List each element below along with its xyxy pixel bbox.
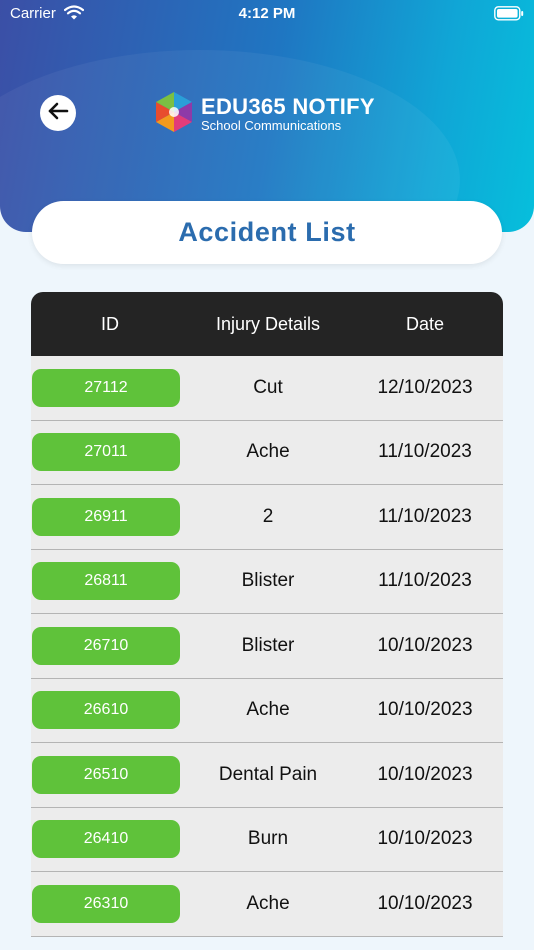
id-badge[interactable]: 26410 <box>32 820 180 859</box>
accident-date: 10/10/2023 <box>377 699 473 721</box>
id-badge[interactable]: 26610 <box>32 691 180 730</box>
table-row[interactable]: 27011 Ache 11/10/2023 <box>31 420 503 485</box>
table-row[interactable]: 26911 2 11/10/2023 <box>31 485 503 550</box>
accident-date: 10/10/2023 <box>377 828 473 850</box>
injury-detail: 2 <box>262 505 274 527</box>
accident-date: 10/10/2023 <box>377 634 473 656</box>
table-row[interactable]: 26811 Blister 11/10/2023 <box>31 549 503 614</box>
id-badge[interactable]: 26911 <box>32 497 180 536</box>
table-row[interactable]: 26310 Ache 10/10/2023 <box>31 872 503 937</box>
accident-table: ID Injury Details Date 27112 Cut 12/10/2… <box>31 292 503 937</box>
table-row[interactable]: 27112 Cut 12/10/2023 <box>31 356 503 421</box>
injury-detail: Dental Pain <box>218 763 318 785</box>
battery-icon <box>494 6 524 25</box>
status-bar: Carrier 4:12 PM <box>0 0 534 28</box>
id-badge[interactable]: 27112 <box>32 368 180 407</box>
table-row[interactable]: 26710 Blister 10/10/2023 <box>31 614 503 679</box>
brand-name: EDU365 NOTIFY <box>201 94 375 119</box>
accident-date: 11/10/2023 <box>378 441 472 463</box>
injury-detail: Blister <box>241 634 295 656</box>
table-row[interactable]: 26410 Burn 10/10/2023 <box>31 807 503 872</box>
accident-date: 11/10/2023 <box>378 570 472 592</box>
injury-detail: Ache <box>246 699 290 721</box>
accident-date: 12/10/2023 <box>377 376 473 398</box>
accident-date: 10/10/2023 <box>377 763 473 785</box>
column-header-id: ID <box>101 313 119 334</box>
table-row[interactable]: 26510 Dental Pain 10/10/2023 <box>31 743 503 808</box>
table-header: ID Injury Details Date <box>31 292 503 356</box>
logo-mark-icon <box>152 90 196 139</box>
brand-tagline: School Communications <box>201 118 342 133</box>
injury-detail: Cut <box>253 376 283 398</box>
page-title: Accident List <box>178 217 356 247</box>
injury-detail: Blister <box>241 570 295 592</box>
arrow-left-icon <box>47 100 69 127</box>
accident-date: 10/10/2023 <box>377 892 473 914</box>
id-badge[interactable]: 27011 <box>32 433 180 472</box>
id-badge[interactable]: 26310 <box>32 884 180 923</box>
id-badge[interactable]: 26811 <box>32 562 180 601</box>
brand-logo: EDU365 NOTIFY School Communications <box>152 90 392 136</box>
accident-date: 11/10/2023 <box>378 505 472 527</box>
column-header-date: Date <box>405 313 445 334</box>
id-badge[interactable]: 26510 <box>32 755 180 794</box>
table-row[interactable]: 26610 Ache 10/10/2023 <box>31 678 503 743</box>
status-time: 4:12 PM <box>238 5 296 22</box>
injury-detail: Ache <box>246 441 290 463</box>
injury-detail: Burn <box>247 828 289 850</box>
id-badge[interactable]: 26710 <box>32 626 180 665</box>
column-header-injury-details: Injury Details <box>215 313 321 334</box>
back-button[interactable] <box>40 95 76 131</box>
title-card: Accident List <box>32 201 502 264</box>
injury-detail: Ache <box>246 892 290 914</box>
